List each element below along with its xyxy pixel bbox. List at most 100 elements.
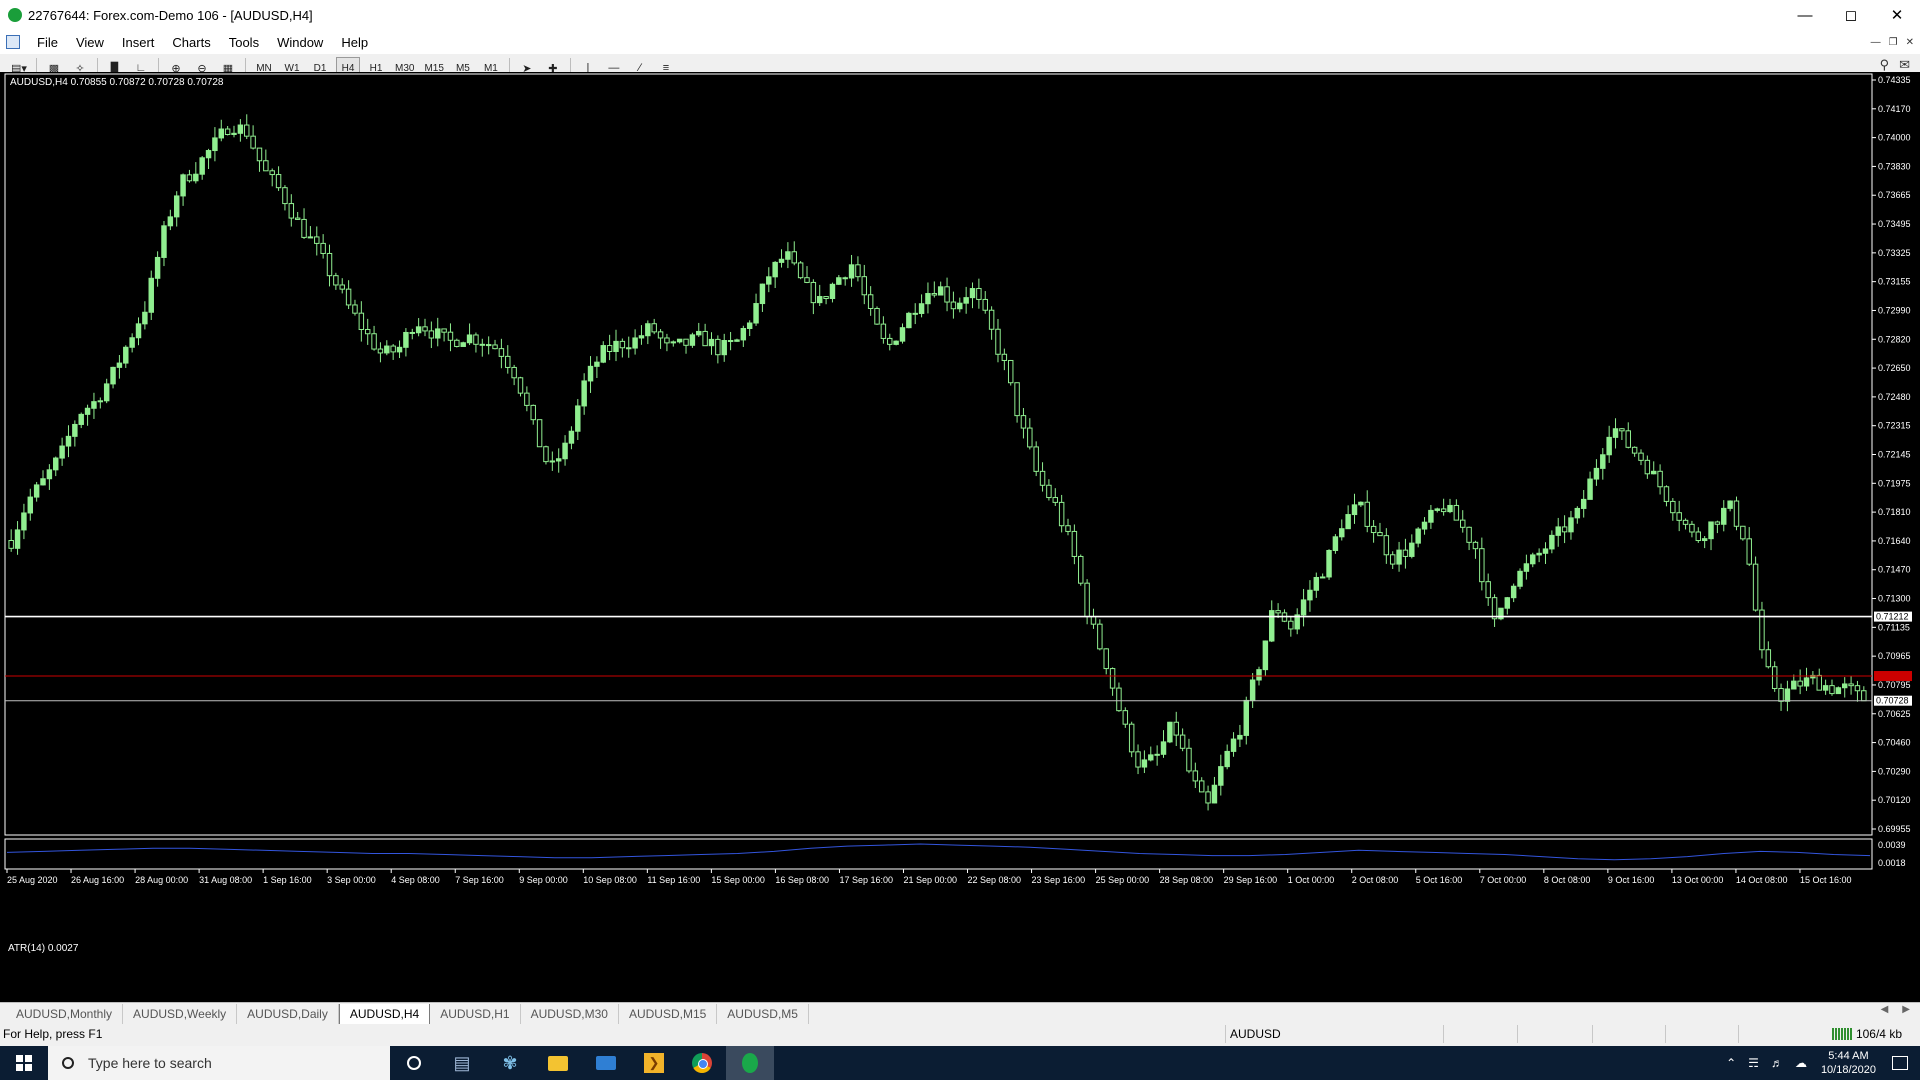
bear-candle — [1186, 747, 1192, 772]
menu-tools[interactable]: Tools — [220, 35, 268, 50]
bear-candle — [1829, 685, 1835, 695]
bear-candle — [1103, 648, 1109, 670]
bear-candle — [492, 344, 498, 350]
bull-candle — [562, 442, 568, 460]
bear-candle — [301, 218, 307, 238]
menu-charts[interactable]: Charts — [163, 35, 219, 50]
tab-audusd-m5[interactable]: AUDUSD,M5 — [717, 1004, 809, 1024]
bull-candle — [1568, 517, 1574, 533]
connection-status[interactable]: 106/4 kb — [1831, 1027, 1902, 1041]
tab-audusd-monthly[interactable]: AUDUSD,Monthly — [6, 1004, 124, 1024]
maximize-icon[interactable]: ◻ — [1828, 0, 1874, 30]
paint-icon[interactable]: ✾ — [486, 1046, 534, 1080]
onedrive-icon[interactable]: ☁ — [1795, 1056, 1807, 1070]
price-chart[interactable]: 0.74335 0.74170 0.74000 0.73830 0.73665 0.734… — [0, 72, 1920, 1002]
bull-candle — [778, 258, 785, 263]
price-tick-label: 0.72650 — [1878, 363, 1911, 373]
tab-audusd-m30[interactable]: AUDUSD,M30 — [521, 1004, 619, 1024]
windows-start-icon[interactable] — [0, 1046, 48, 1080]
price-tick-label: 0.72145 — [1878, 450, 1911, 460]
tab-audusd-h1[interactable]: AUDUSD,H1 — [430, 1004, 521, 1024]
mdi-close-icon[interactable]: ✕ — [1906, 37, 1914, 48]
bull-candle — [1345, 514, 1351, 530]
bull-candle — [1269, 610, 1275, 642]
bull-candle — [415, 326, 422, 334]
window-title: 22767644: Forex.com-Demo 106 - [AUDUSD,H… — [28, 7, 313, 23]
bull-candle — [1319, 576, 1326, 579]
chat-icon[interactable]: ✉ — [1899, 57, 1910, 73]
time-tick-label: 25 Sep 00:00 — [1096, 875, 1150, 885]
bear-candle — [1854, 685, 1861, 692]
atr-label: ATR(14) 0.0027 — [8, 943, 79, 954]
bull-candle — [396, 346, 403, 353]
chrome-icon[interactable] — [678, 1046, 726, 1080]
price-tick-label: 0.71470 — [1878, 565, 1911, 575]
notification-icon[interactable] — [1892, 1056, 1908, 1070]
bear-candle — [842, 277, 848, 280]
bear-candle — [1109, 668, 1116, 689]
tab-audusd-daily[interactable]: AUDUSD,Daily — [237, 1004, 339, 1024]
bull-candle — [1803, 677, 1810, 687]
mdi-minimize-icon[interactable]: — — [1871, 37, 1881, 48]
bear-candle — [269, 170, 275, 176]
bear-candle — [1689, 523, 1695, 533]
cortana-icon[interactable] — [390, 1046, 438, 1080]
bull-candle — [1721, 507, 1727, 525]
bear-candle — [1752, 563, 1759, 611]
task-view-icon[interactable]: ▤ — [438, 1046, 486, 1080]
volume-icon[interactable]: ♬ — [1771, 1056, 1783, 1070]
tab-audusd-h4[interactable]: AUDUSD,H4 — [338, 1003, 431, 1025]
tab-audusd-weekly[interactable]: AUDUSD,Weekly — [123, 1004, 238, 1024]
time-tick-label: 4 Sep 08:00 — [391, 875, 440, 885]
metatrader-icon[interactable] — [726, 1046, 774, 1080]
status-divider — [1517, 1025, 1518, 1043]
bear-candle — [282, 187, 288, 205]
price-tick-label: 0.74170 — [1878, 104, 1911, 114]
menu-file[interactable]: File — [28, 35, 67, 50]
bull-candle — [123, 346, 129, 364]
bull-candle — [142, 311, 148, 325]
bull-candle — [1835, 687, 1842, 695]
bull-candle — [1447, 504, 1453, 513]
taskbar-search[interactable]: Type here to search — [48, 1046, 390, 1080]
bull-candle — [237, 124, 244, 134]
bear-candle — [683, 338, 689, 346]
search-icon[interactable]: ⚲ — [1880, 57, 1890, 73]
tab-audusd-m15[interactable]: AUDUSD,M15 — [619, 1004, 718, 1024]
tray-chevron-icon[interactable]: ⌃ — [1726, 1056, 1736, 1070]
close-icon[interactable]: ✕ — [1874, 0, 1920, 30]
file-explorer-icon[interactable] — [534, 1046, 582, 1080]
price-level-tag-label: 0.71212 — [1876, 612, 1909, 622]
bear-candle — [1090, 616, 1097, 625]
bull-candle — [307, 236, 314, 239]
tab-left-icon[interactable]: ◀ — [1881, 1004, 1889, 1015]
time-tick-label: 28 Sep 08:00 — [1160, 875, 1214, 885]
menu-view[interactable]: View — [67, 35, 113, 50]
menu-insert[interactable]: Insert — [113, 35, 164, 50]
bull-candle — [1784, 688, 1791, 702]
connection-bars-icon — [1831, 1028, 1852, 1040]
minimize-icon[interactable]: — — [1782, 0, 1828, 30]
menu-help[interactable]: Help — [332, 35, 377, 50]
price-tick-label: 0.71300 — [1878, 594, 1911, 604]
chart-window[interactable]: 0.74335 0.74170 0.74000 0.73830 0.73665 0.734… — [0, 72, 1920, 1002]
price-tick-label: 0.74335 — [1878, 75, 1911, 85]
bull-candle — [613, 340, 619, 353]
bull-candle — [116, 362, 123, 368]
bull-candle — [1612, 428, 1619, 438]
wifi-icon[interactable]: ☴ — [1748, 1056, 1759, 1070]
document-icon[interactable] — [6, 35, 20, 49]
menu-window[interactable]: Window — [268, 35, 332, 50]
powerpoint-icon[interactable]: ❯ — [630, 1046, 678, 1080]
mdi-restore-icon[interactable]: ❐ — [1889, 37, 1898, 48]
bull-candle — [1148, 754, 1154, 761]
price-tick-label: 0.70795 — [1878, 680, 1911, 690]
price-tick-label: 0.69955 — [1878, 824, 1911, 834]
bull-candle — [135, 323, 142, 339]
tab-right-icon[interactable]: ▶ — [1902, 1004, 1910, 1015]
bull-candle — [1574, 507, 1581, 519]
remote-desktop-icon[interactable] — [582, 1046, 630, 1080]
bull-candle — [766, 276, 772, 285]
bear-candle — [1052, 497, 1059, 503]
clock[interactable]: 5:44 AM 10/18/2020 — [1821, 1049, 1876, 1077]
